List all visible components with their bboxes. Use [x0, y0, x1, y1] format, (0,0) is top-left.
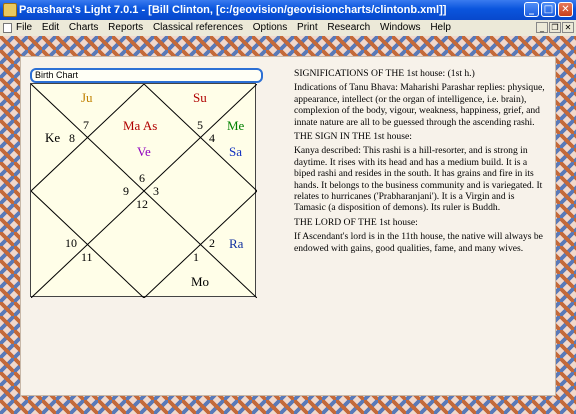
child-restore-button[interactable]: ❐ — [549, 22, 561, 33]
title-bar: Parashara's Light 7.0.1 - [Bill Clinton,… — [0, 0, 576, 20]
house-number: 10 — [65, 236, 77, 250]
house-number: 11 — [81, 250, 93, 264]
menu-file[interactable]: File — [16, 22, 32, 33]
menu-windows[interactable]: Windows — [380, 22, 421, 33]
planet-mars-ascendant[interactable]: Ma As — [123, 118, 157, 134]
house-number: 9 — [123, 184, 129, 198]
planet-ketu[interactable]: Ke — [45, 130, 60, 146]
house-number: 1 — [193, 250, 199, 264]
house-number: 5 — [197, 118, 203, 132]
heading-sign: THE SIGN IN THE 1st house: — [294, 131, 412, 143]
planet-saturn[interactable]: Sa — [229, 144, 242, 160]
house-number: 6 — [139, 171, 145, 185]
chart-title: Birth Chart — [30, 68, 263, 83]
house-number: 7 — [83, 118, 89, 132]
house-number: 8 — [69, 131, 75, 145]
child-minimize-button[interactable]: _ — [536, 22, 548, 33]
menu-charts[interactable]: Charts — [69, 22, 98, 33]
menu-help[interactable]: Help — [430, 22, 451, 33]
planet-sun[interactable]: Su — [193, 90, 207, 106]
house-number: 3 — [153, 184, 159, 198]
app-icon — [3, 3, 17, 17]
menu-print[interactable]: Print — [297, 22, 318, 33]
planet-mercury[interactable]: Me — [227, 118, 244, 134]
house-number: 12 — [136, 197, 148, 211]
paragraph-lord: If Ascendant's lord is in the 11th house… — [294, 231, 543, 254]
close-button[interactable]: ✕ — [558, 2, 573, 17]
paragraph-significations: Indications of Tanu Bhava: Maharishi Par… — [294, 82, 545, 128]
house-number: 4 — [209, 131, 215, 145]
menu-options[interactable]: Options — [253, 22, 287, 33]
planet-rahu[interactable]: Ra — [229, 236, 243, 252]
heading-significations: SIGNIFICATIONS OF THE 1st house: (1st h.… — [294, 68, 475, 79]
menu-classical-references[interactable]: Classical references — [153, 22, 243, 33]
window-title: Parashara's Light 7.0.1 - [Bill Clinton,… — [19, 4, 447, 16]
paragraph-sign: Kanya described: This rashi is a hill-re… — [294, 145, 543, 214]
chart-grid — [31, 84, 257, 298]
planet-venus[interactable]: Ve — [137, 144, 151, 160]
menu-bar: File Edit Charts Reports Classical refer… — [0, 20, 576, 36]
menu-reports[interactable]: Reports — [108, 22, 143, 33]
minimize-button[interactable]: _ — [524, 2, 539, 17]
maximize-button[interactable]: □ — [541, 2, 556, 17]
menu-edit[interactable]: Edit — [42, 22, 59, 33]
interpretation-text: SIGNIFICATIONS OF THE 1st house: (1st h.… — [294, 68, 548, 257]
house-number: 2 — [209, 236, 215, 250]
planet-jupiter[interactable]: Ju — [81, 90, 93, 106]
document-icon[interactable] — [3, 23, 12, 33]
child-close-button[interactable]: ✕ — [562, 22, 574, 33]
planet-moon[interactable]: Mo — [191, 274, 209, 290]
menu-research[interactable]: Research — [327, 22, 370, 33]
heading-lord: THE LORD OF THE 1st house: — [294, 216, 418, 228]
birth-chart[interactable]: 7 8 5 4 6 9 3 12 2 10 11 1 Ju Su Ke Ma A… — [30, 83, 257, 298]
